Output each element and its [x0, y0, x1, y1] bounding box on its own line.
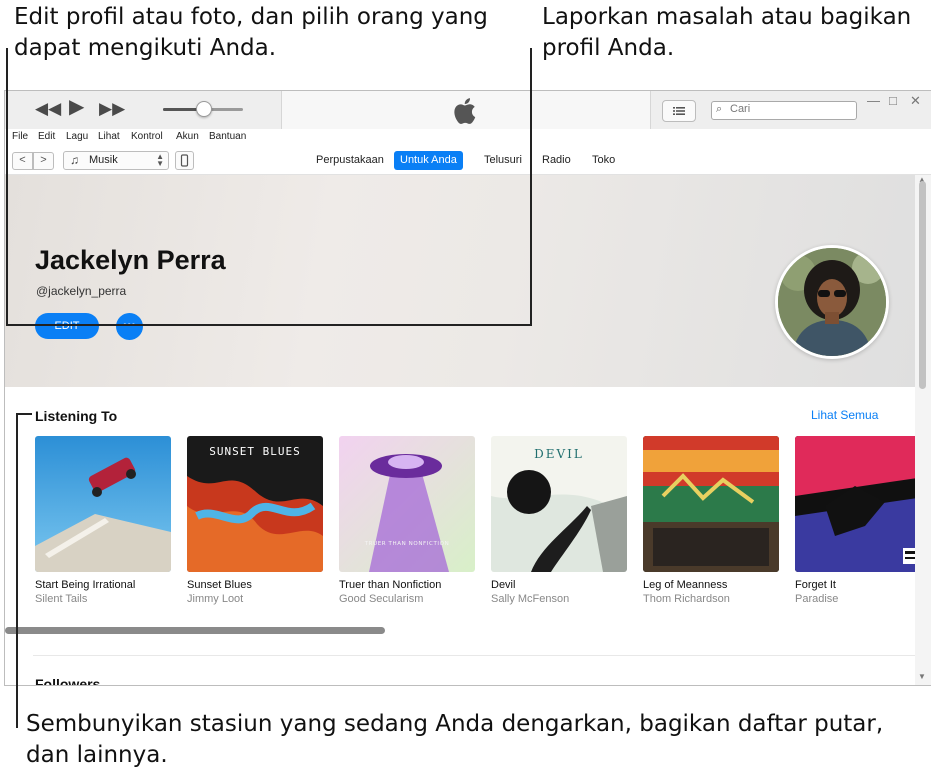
chevron-left-icon: < — [19, 154, 26, 166]
album-art-image — [643, 436, 779, 572]
profile-photo-image — [778, 248, 886, 356]
maximize-icon[interactable]: □ — [889, 93, 897, 108]
album-art-image — [795, 436, 915, 572]
menu-account[interactable]: Akun — [176, 131, 199, 142]
profile-header: Jackelyn Perra @jackelyn_perra EDIT ··· — [5, 175, 915, 387]
album-cover[interactable] — [643, 436, 779, 572]
album-item[interactable]: Start Being Irrational Silent Tails — [35, 436, 171, 605]
album-cover[interactable] — [35, 436, 171, 572]
list-icon — [673, 107, 685, 115]
album-art-image: TRUER THAN NONFICTION — [339, 436, 475, 572]
music-note-icon: ♫ — [70, 153, 79, 167]
vertical-scrollbar[interactable]: ▲ ▼ — [915, 175, 931, 685]
tab-for-you[interactable]: Untuk Anda — [394, 151, 463, 170]
iphone-icon — [180, 154, 189, 167]
rewind-icon[interactable]: ◀◀ — [35, 99, 61, 119]
navigation-bar: < > ♫ Musik ▲ ▼ Perpustakaan Untuk Anda T… — [5, 147, 931, 175]
album-cover[interactable]: SUNSET BLUES — [187, 436, 323, 572]
search-placeholder: Cari — [730, 103, 751, 115]
listening-to-heading: Listening To — [35, 408, 118, 424]
album-artist[interactable]: Thom Richardson — [643, 593, 779, 605]
search-icon: ⌕ — [716, 103, 723, 115]
leader-line — [16, 413, 18, 728]
search-field[interactable]: ⌕ Cari — [711, 101, 857, 120]
menu-view[interactable]: Lihat — [98, 131, 120, 142]
volume-knob[interactable] — [196, 101, 212, 117]
scroll-down-icon[interactable]: ▼ — [918, 672, 926, 681]
edit-profile-button[interactable]: EDIT — [35, 313, 99, 339]
menu-song[interactable]: Lagu — [66, 131, 88, 142]
close-icon[interactable]: ✕ — [910, 93, 921, 109]
avatar[interactable] — [775, 245, 889, 359]
profile-name: Jackelyn Perra — [35, 245, 226, 275]
album-cover[interactable]: DEVIL — [491, 436, 627, 572]
album-artist[interactable]: Jimmy Loot — [187, 593, 323, 605]
album-cover[interactable]: TRUER THAN NONFICTION — [339, 436, 475, 572]
scrollbar-thumb[interactable] — [919, 181, 926, 389]
media-type-label: Musik — [89, 154, 118, 166]
album-item[interactable]: DEVIL Devil Sally McFenson — [491, 436, 627, 605]
apple-logo-icon — [454, 98, 476, 124]
media-type-select[interactable]: ♫ Musik ▲ ▼ — [63, 151, 169, 170]
album-item[interactable]: SUNSET BLUES Sunset Blues Jimmy Loot — [187, 436, 323, 605]
album-art-image: SUNSET BLUES — [187, 436, 323, 572]
section-divider — [33, 655, 915, 656]
menu-help[interactable]: Bantuan — [209, 131, 246, 142]
more-options-button[interactable]: ··· — [116, 313, 143, 340]
leader-line — [530, 48, 532, 326]
forward-button[interactable]: > — [33, 152, 54, 170]
horizontal-scrollbar[interactable] — [5, 627, 385, 634]
album-title[interactable]: Devil — [491, 579, 627, 591]
album-artist[interactable]: Good Secularism — [339, 593, 475, 605]
album-art-image: DEVIL — [491, 436, 627, 572]
tab-library[interactable]: Perpustakaan — [310, 151, 390, 170]
album-cover[interactable] — [795, 436, 915, 572]
menu-edit[interactable]: Edit — [38, 131, 55, 142]
album-item[interactable]: Leg of Meanness Thom Richardson — [643, 436, 779, 605]
album-item[interactable]: TRUER THAN NONFICTION Truer than Nonfict… — [339, 436, 475, 605]
device-button[interactable] — [175, 151, 194, 170]
select-arrows-icon: ▲ ▼ — [156, 152, 164, 168]
cover-text: SUNSET BLUES — [209, 445, 300, 458]
menu-bar: File Edit Lagu Lihat Kontrol Akun Bantua… — [5, 129, 931, 147]
album-title[interactable]: Forget It — [795, 579, 915, 591]
cover-text: DEVIL — [534, 447, 584, 461]
menu-file[interactable]: File — [12, 131, 28, 142]
album-title[interactable]: Start Being Irrational — [35, 579, 171, 591]
chevron-right-icon: > — [40, 154, 47, 166]
itunes-window: ◀◀ ▶ ▶▶ ⌕ Cari — □ ✕ File Edit Lagu Liha… — [4, 90, 931, 686]
album-title[interactable]: Leg of Meanness — [643, 579, 779, 591]
tab-store[interactable]: Toko — [586, 151, 621, 170]
leader-line — [16, 413, 32, 415]
up-next-list-button[interactable] — [662, 100, 696, 122]
album-title[interactable]: Sunset Blues — [187, 579, 323, 591]
tab-radio[interactable]: Radio — [536, 151, 577, 170]
profile-handle: @jackelyn_perra — [36, 284, 127, 298]
callout-hide-stations: Sembunyikan stasiun yang sedang Anda den… — [26, 711, 884, 768]
album-art-image — [35, 436, 171, 572]
leader-line — [6, 324, 532, 326]
followers-heading: Followers — [35, 676, 101, 685]
now-playing-display — [281, 91, 651, 129]
menu-controls[interactable]: Kontrol — [131, 131, 163, 142]
cover-text: TRUER THAN NONFICTION — [364, 541, 450, 547]
play-icon[interactable]: ▶ — [69, 97, 84, 117]
album-artist[interactable]: Sally McFenson — [491, 593, 627, 605]
title-bar: ◀◀ ▶ ▶▶ ⌕ Cari — □ ✕ — [5, 91, 931, 129]
tab-browse[interactable]: Telusuri — [478, 151, 528, 170]
album-artist[interactable]: Silent Tails — [35, 593, 171, 605]
callout-edit-profile: Edit profil atau foto, dan pilih orang y… — [14, 4, 488, 61]
fast-forward-icon[interactable]: ▶▶ — [99, 99, 125, 119]
album-title[interactable]: Truer than Nonfiction — [339, 579, 475, 591]
callout-report-share: Laporkan masalah atau bagikan profil And… — [542, 4, 912, 61]
for-you-content: Jackelyn Perra @jackelyn_perra EDIT ··· … — [5, 175, 915, 685]
back-button[interactable]: < — [12, 152, 33, 170]
see-all-link[interactable]: Lihat Semua — [811, 408, 878, 422]
album-artist[interactable]: Paradise — [795, 593, 915, 605]
minimize-icon[interactable]: — — [867, 93, 880, 108]
album-item[interactable]: Forget It Paradise — [795, 436, 915, 605]
leader-line — [6, 48, 8, 326]
